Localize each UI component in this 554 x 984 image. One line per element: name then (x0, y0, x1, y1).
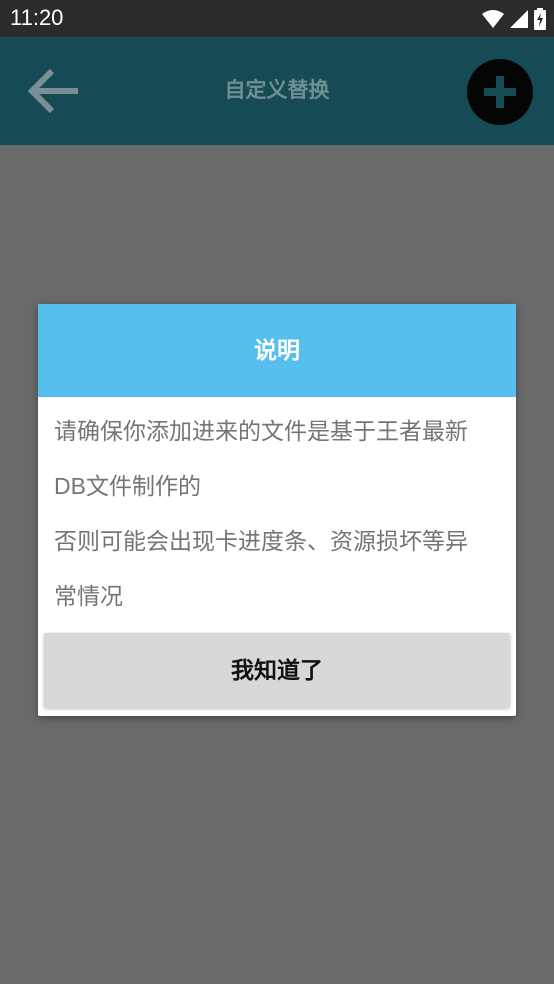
plus-icon (484, 76, 516, 108)
toolbar: 自定义替换 (0, 37, 554, 145)
wifi-icon (482, 10, 504, 28)
status-icons (482, 8, 546, 30)
info-dialog: 说明 请确保你添加进来的文件是基于王者最新 DB文件制作的 否则可能会出现卡进度… (38, 304, 516, 716)
back-button[interactable] (22, 61, 84, 121)
arrow-left-icon (27, 68, 78, 114)
status-time: 11:20 (10, 5, 64, 30)
cell-signal-icon (510, 10, 528, 28)
dialog-message-line: 常情况 (54, 583, 123, 609)
dialog-message-line: 否则可能会出现卡进度条、资源损坏等异 (54, 528, 468, 554)
add-button[interactable] (467, 59, 533, 125)
confirm-button[interactable]: 我知道了 (44, 633, 510, 708)
dialog-message-line: 请确保你添加进来的文件是基于王者最新 (54, 418, 468, 444)
dialog-message: 请确保你添加进来的文件是基于王者最新 DB文件制作的 否则可能会出现卡进度条、资… (54, 404, 504, 624)
dialog-message-line: DB文件制作的 (54, 473, 201, 499)
dialog-title: 说明 (38, 304, 516, 397)
battery-charging-icon (534, 8, 546, 30)
status-bar: 11:20 (0, 0, 554, 37)
